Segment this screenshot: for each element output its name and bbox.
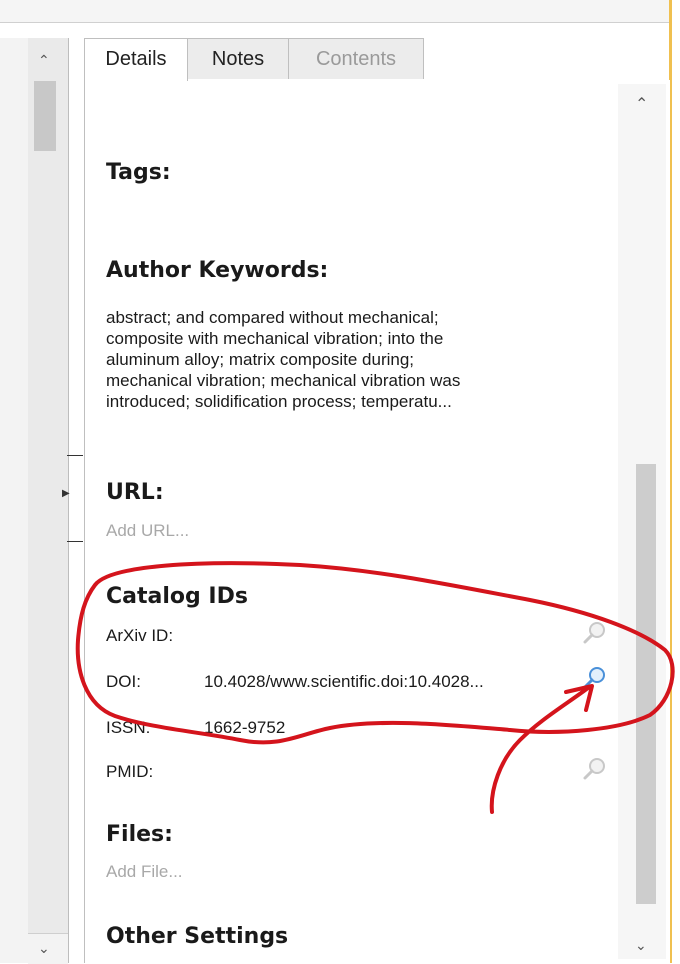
- doi-label: DOI:: [106, 672, 141, 691]
- left-panel: [0, 38, 29, 963]
- files-heading: Files:: [106, 822, 173, 847]
- keywords-line: mechanical vibration; mechanical vibrati…: [106, 371, 461, 390]
- window-top-strip: [0, 0, 680, 23]
- details-scrollbar[interactable]: ⌃ ⌄: [618, 84, 666, 959]
- window-margin: [672, 0, 680, 963]
- left-scrollbar-thumb[interactable]: [34, 81, 56, 151]
- chevron-up-icon[interactable]: ⌃: [635, 94, 648, 114]
- add-url-link[interactable]: Add URL...: [106, 521, 189, 541]
- keywords-line: introduced; solidification process; temp…: [106, 392, 452, 411]
- other-settings-heading[interactable]: Other Settings: [106, 924, 288, 949]
- magnifier-icon[interactable]: [582, 756, 608, 782]
- chevron-down-icon[interactable]: ⌄: [38, 940, 50, 957]
- keywords-line: abstract; and compared without mechanica…: [106, 308, 439, 327]
- chevron-up-icon[interactable]: ⌃: [38, 52, 50, 69]
- author-keywords-text: abstract; and compared without mechanica…: [106, 307, 576, 412]
- issn-value[interactable]: 1662-9752: [204, 718, 285, 738]
- details-scrollbar-thumb[interactable]: [636, 464, 656, 904]
- keywords-line: aluminum alloy; matrix composite during;: [106, 350, 415, 369]
- pmid-label: PMID:: [106, 762, 154, 781]
- collapse-arrow-icon[interactable]: ▶: [62, 488, 70, 499]
- author-keywords-heading: Author Keywords:: [106, 258, 329, 283]
- tab-contents[interactable]: Contents: [288, 38, 424, 79]
- tags-heading: Tags:: [106, 160, 171, 185]
- issn-label: ISSN:: [106, 718, 151, 737]
- keywords-line: composite with mechanical vibration; int…: [106, 329, 444, 348]
- left-scrollbar[interactable]: ⌃ ⌄: [28, 38, 69, 964]
- tab-details[interactable]: Details: [84, 38, 188, 81]
- add-file-link[interactable]: Add File...: [106, 862, 183, 882]
- tab-notes[interactable]: Notes: [187, 38, 289, 79]
- splitter-mark-bottom: [67, 541, 83, 542]
- splitter-mark-top: [67, 455, 83, 456]
- doi-value[interactable]: 10.4028/www.scientific.doi:10.4028...: [204, 672, 484, 692]
- magnifier-icon[interactable]: [582, 665, 608, 691]
- chevron-down-icon[interactable]: ⌄: [635, 937, 647, 954]
- url-heading: URL:: [106, 480, 164, 505]
- magnifier-icon[interactable]: [582, 620, 608, 646]
- arxiv-id-label: ArXiv ID:: [106, 626, 174, 645]
- catalog-ids-heading: Catalog IDs: [106, 584, 248, 609]
